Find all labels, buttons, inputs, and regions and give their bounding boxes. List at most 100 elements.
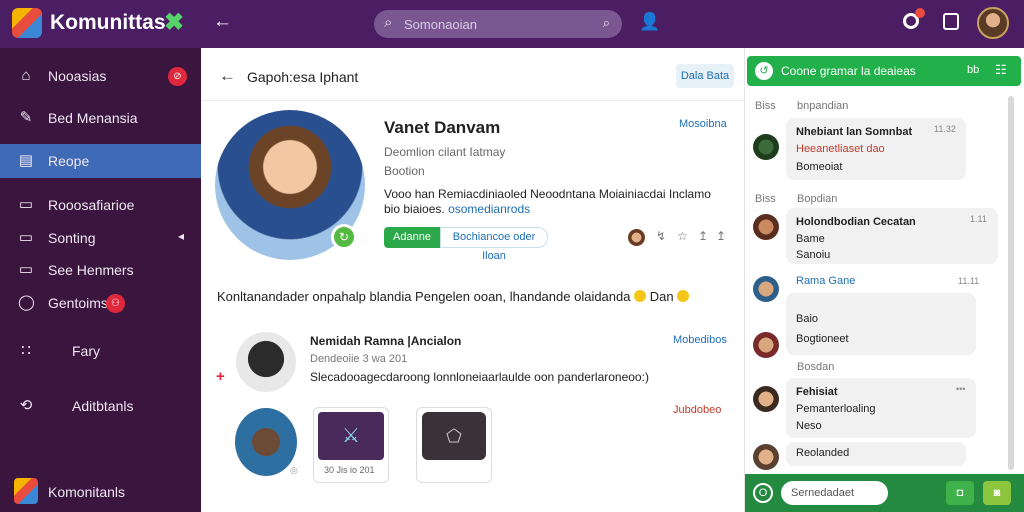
star-icon[interactable]: ☆ (677, 229, 688, 243)
emoji-icon (634, 290, 647, 302)
attach-button[interactable]: ◘ (946, 481, 974, 505)
chat-section-right: Bosdan (797, 361, 835, 373)
refresh-icon[interactable]: ↻ (331, 224, 357, 250)
chat-menu-icon[interactable]: ☷ (995, 62, 1007, 78)
chat-header-action[interactable]: bb (967, 64, 979, 76)
mini-avatar[interactable] (628, 229, 645, 246)
chevron-left-icon[interactable]: ◂ (178, 229, 184, 243)
chat-section-left: Biss (755, 193, 776, 205)
sidebar-item-see-henmers[interactable]: ▭ See Henmers (0, 253, 201, 287)
comment-link-2[interactable]: Jubdobeo (673, 404, 721, 416)
sidebar-badge: ⊘ (168, 67, 187, 86)
commenter-avatar-2[interactable] (235, 408, 297, 476)
message-line: Sanoiu (796, 249, 831, 261)
chat-message[interactable]: Rama Gane 11.11 (786, 270, 1006, 292)
chat-section-right: Bopdian (797, 193, 838, 205)
comment-text: Slecadooagecdaroong lonnloneiaarlaulde o… (310, 370, 649, 384)
attachment-card[interactable]: ⬠ (416, 407, 492, 483)
sidebar-item-nooasias[interactable]: ⌂ Nooasias ⊘ (0, 59, 201, 93)
post-text: Konltanandader onpahalp blandia Pengelen… (217, 289, 690, 304)
post-body: Konltanandader onpahalp blandia Pengelen… (217, 289, 631, 304)
chat-avatar[interactable] (753, 276, 779, 302)
status-icon: ◎ (290, 465, 298, 475)
message-time: 11.11 (958, 276, 980, 286)
chat-avatar[interactable] (753, 332, 779, 358)
message-line: Pemanterloaling (796, 403, 876, 415)
message-line: Baio (796, 313, 819, 325)
sidebar-item-label: Nooasias (48, 68, 107, 84)
chat-message[interactable]: Holondbodian Cecatan Bame Sanoiu 1.11 (786, 208, 998, 264)
follow-link[interactable]: Mosoibna (679, 118, 727, 130)
top-bar: Komunittas ✖ ← ⌕ ⌕ 👤 (0, 0, 1024, 48)
main-content: ← Gapoh:esa Iphant Dala Bata ↻ Vanet Dan… (201, 48, 744, 512)
chat-avatar[interactable] (753, 134, 779, 160)
status-chip[interactable]: Adanne (384, 227, 440, 248)
sidebar-item-aditbtanls[interactable]: ⟲ Aditbtanls (0, 389, 201, 423)
sidebar-item-rooosafiarioe[interactable]: ▭ Rooosafiarioe (0, 188, 201, 222)
sidebar-item-label: Sonting (48, 230, 96, 246)
chat-message[interactable]: Baio Bogtioneet (786, 293, 976, 355)
emoji-picker-icon[interactable]: O (753, 483, 773, 503)
message-line: Fehisiat (796, 386, 838, 398)
sword-icon: ⚔ (318, 412, 384, 460)
back-arrow-icon[interactable]: ← (219, 66, 236, 86)
sidebar-item-label: Reope (48, 153, 90, 169)
search-bar[interactable]: ⌕ ⌕ (374, 10, 622, 38)
share-icon[interactable]: ↯ (656, 229, 666, 243)
chat-message[interactable]: Reolanded (786, 442, 966, 466)
chat-avatar[interactable] (753, 444, 779, 470)
circle-icon: ◯ (18, 294, 35, 311)
sidebar-item-bed-menansia[interactable]: ✎ Bed Menansia (0, 101, 201, 135)
comment-link[interactable]: Mobedibos (673, 334, 727, 346)
search-input[interactable] (404, 15, 584, 33)
message-line: Holondbodian Cecatan (796, 216, 916, 228)
search-submit-icon[interactable]: ⌕ (603, 15, 610, 31)
add-icon[interactable]: + (216, 368, 225, 385)
profile-subtitle-2: Bootion (384, 164, 425, 178)
message-line: Heeanetliaset dao (796, 143, 885, 155)
header-action-button[interactable]: Dala Bata (676, 64, 734, 88)
app-title[interactable]: Komunittas (50, 11, 166, 35)
inbox-icon[interactable] (943, 13, 959, 30)
sidebar-item-gentoims[interactable]: ◯ Gentoims ⚇ (0, 286, 201, 320)
chat-scrollbar[interactable] (1008, 96, 1014, 470)
chat-panel: ↺ Coone gramar la deaieas bb ☷ Biss bnpa… (744, 48, 1024, 512)
message-time: 11.32 (934, 124, 956, 134)
chat-message[interactable]: Fehisiat Pemanterloaling Neso ••• (786, 378, 976, 438)
chat-composer: O ◘ ◙ (745, 474, 1024, 512)
sidebar-item-sonting[interactable]: ▭ Sonting ◂ (0, 221, 201, 255)
commenter-name[interactable]: Nemidah Ramna |Ancialon (310, 334, 461, 348)
message-more-icon[interactable]: ••• (956, 384, 965, 394)
profile-bio-text: Vooo han Remiacdiniaoled Neoodntana Moia… (384, 187, 711, 216)
page-title: Gapoh:esa Iphant (247, 69, 359, 85)
chat-section-right: bnpandian (797, 100, 849, 112)
list-icon: ▤ (18, 152, 34, 169)
commenter-avatar[interactable] (236, 332, 296, 392)
message-line: Reolanded (796, 447, 850, 459)
chat-message-input[interactable] (781, 481, 888, 505)
profile-subtitle: Deomlion cilant Iatmay (384, 145, 506, 159)
sidebar-item-label: See Henmers (48, 262, 134, 278)
back-arrow-icon[interactable]: ← (213, 11, 232, 33)
send-button[interactable]: ◙ (983, 481, 1011, 505)
message-line: Bogtioneet (796, 333, 849, 345)
edit-icon: ✎ (19, 109, 33, 126)
sidebar-item-fary[interactable]: ∷ Fary (0, 334, 201, 368)
chat-avatar[interactable] (753, 214, 779, 240)
sidebar-item-reope[interactable]: ▤ Reope (0, 144, 201, 178)
upload-icon[interactable]: ↥ (698, 229, 708, 243)
chat-avatar[interactable] (753, 386, 779, 412)
user-avatar[interactable] (977, 7, 1009, 39)
sidebar-footer-label[interactable]: Komonitanls (48, 484, 125, 500)
description-chip[interactable]: Bochiancoe oder Iloan (440, 227, 548, 262)
attachment-caption: 30 Jis io 201 (324, 465, 375, 475)
app-logo-icon[interactable] (12, 8, 42, 38)
user-icon[interactable]: 👤 (639, 12, 660, 32)
profile-bio-link[interactable]: osomedianrods (448, 202, 530, 216)
sidebar-item-label: Aditbtanls (72, 398, 134, 414)
chat-message[interactable]: Nhebiant lan Somnbat Heeanetliaset dao B… (786, 118, 966, 180)
upload-icon[interactable]: ↥ (716, 229, 726, 243)
message-line: Nhebiant lan Somnbat (796, 126, 913, 138)
chat-icon: ↺ (755, 62, 773, 80)
attachment-card[interactable]: ⚔ 30 Jis io 201 (313, 407, 389, 483)
